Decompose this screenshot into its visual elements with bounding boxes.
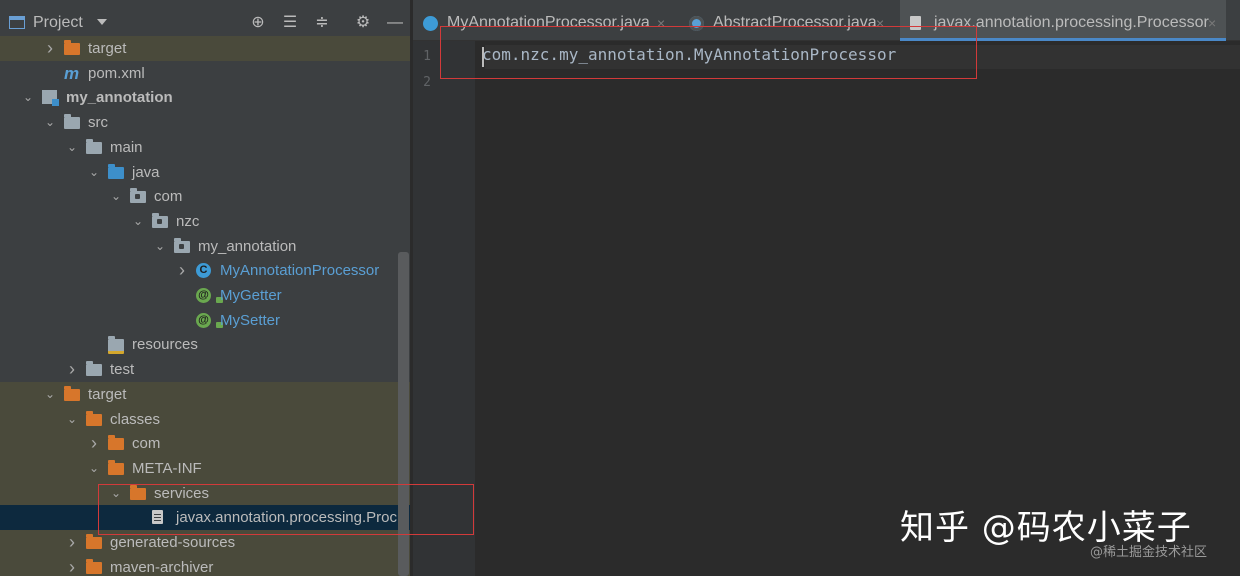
tree-item-label: main bbox=[110, 138, 143, 156]
chevron-right-icon[interactable]: › bbox=[175, 258, 189, 283]
chevron-right-icon[interactable]: › bbox=[87, 431, 101, 456]
chevron-down-icon[interactable]: ⌄ bbox=[131, 209, 145, 234]
crosshair-icon[interactable]: ⊕ bbox=[249, 14, 267, 32]
highlight-box-code bbox=[440, 26, 977, 79]
folder-grey bbox=[86, 138, 102, 155]
chevron-right-icon[interactable]: › bbox=[65, 357, 79, 382]
tree-item[interactable]: ⌄ src bbox=[0, 110, 410, 135]
chevron-down-icon[interactable] bbox=[97, 19, 107, 25]
tree-item[interactable]: ⌄ META-INF bbox=[0, 455, 410, 481]
folder-grey bbox=[86, 361, 102, 377]
annotation-icon: @ bbox=[196, 312, 223, 328]
tree-item-label: com bbox=[154, 188, 183, 206]
chevron-down-icon[interactable]: ⌄ bbox=[109, 184, 123, 209]
module-icon bbox=[42, 90, 59, 107]
line-number-2: 2 bbox=[423, 75, 431, 90]
tree-item[interactable]: ⌄ java bbox=[0, 160, 410, 185]
tree-item[interactable]: ⌄ com bbox=[0, 184, 410, 209]
tree-item-label: com bbox=[132, 435, 161, 453]
class-icon: C bbox=[196, 263, 212, 279]
minimize-icon[interactable]: — bbox=[386, 14, 404, 32]
tree-item-label: maven-archiver bbox=[110, 558, 214, 576]
tree-item-label: classes bbox=[110, 410, 161, 428]
folder-orange bbox=[108, 459, 124, 476]
maven-icon: m bbox=[64, 63, 80, 83]
tree-item[interactable]: ⌄ target bbox=[0, 381, 410, 407]
folder-grey bbox=[64, 114, 80, 130]
tree-item[interactable]: › test bbox=[0, 357, 410, 382]
tree-item-label: nzc bbox=[176, 212, 200, 230]
folder-blue bbox=[108, 163, 124, 180]
class-icon bbox=[423, 16, 438, 31]
chevron-down-icon[interactable]: ⌄ bbox=[21, 85, 35, 110]
tree-item-label: target bbox=[88, 40, 127, 57]
package-icon bbox=[130, 188, 146, 204]
tree-item-label: test bbox=[110, 361, 135, 379]
annotation-icon: @ bbox=[196, 288, 223, 303]
tree-item-label: my_annotation bbox=[198, 237, 297, 255]
highlight-box-services bbox=[98, 484, 474, 535]
project-panel-header: Project ⊕ ☰ ≑ ⚙ — bbox=[0, 0, 410, 37]
tree-item[interactable]: › target bbox=[0, 36, 410, 61]
tree-item-label: java bbox=[132, 163, 160, 181]
folder-orange bbox=[86, 410, 102, 427]
chevron-down-icon[interactable]: ⌄ bbox=[153, 234, 167, 259]
chevron-down-icon[interactable]: ⌄ bbox=[43, 110, 57, 135]
chevron-down-icon[interactable]: ⌄ bbox=[87, 160, 101, 185]
tree-item-label: resources bbox=[132, 336, 198, 354]
close-icon[interactable]: × bbox=[1208, 0, 1216, 46]
chevron-down-icon[interactable]: ⌄ bbox=[43, 382, 57, 407]
chevron-right-icon[interactable]: › bbox=[65, 555, 79, 576]
expand-all-icon[interactable]: ☰ bbox=[281, 14, 299, 32]
project-panel-title[interactable]: Project bbox=[33, 14, 83, 32]
tree-item-label: MyAnnotationProcessor bbox=[220, 262, 380, 280]
chevron-down-icon[interactable]: ⌄ bbox=[65, 135, 79, 160]
tree-item-label: my_annotation bbox=[66, 89, 173, 107]
tree-item[interactable]: ⌄ main bbox=[0, 135, 410, 160]
project-view-icon bbox=[9, 16, 25, 29]
chevron-right-icon[interactable]: › bbox=[65, 530, 79, 555]
tree-item[interactable]: ⌄ my_annotation bbox=[0, 234, 410, 259]
folder-orange bbox=[64, 385, 80, 402]
tree-item[interactable]: @ MyGetter bbox=[0, 283, 410, 308]
line-number-1: 1 bbox=[423, 49, 431, 64]
tree-item[interactable]: › C MyAnnotationProcessor bbox=[0, 258, 410, 283]
chevron-right-icon[interactable]: › bbox=[43, 36, 57, 61]
tree-item-label: MyGetter bbox=[220, 287, 282, 304]
chevron-down-icon[interactable]: ⌄ bbox=[65, 407, 79, 432]
tree-item-label: target bbox=[88, 385, 127, 403]
gear-icon[interactable]: ⚙ bbox=[354, 14, 372, 32]
folder-orange bbox=[86, 534, 102, 550]
collapse-all-icon[interactable]: ≑ bbox=[313, 14, 331, 32]
tree-item-label: META-INF bbox=[132, 459, 202, 477]
folder-orange bbox=[108, 435, 124, 451]
package-icon bbox=[152, 212, 168, 229]
tree-item[interactable]: ⌄ classes bbox=[0, 406, 410, 432]
tree-item[interactable]: ⌄ my_annotation bbox=[0, 85, 410, 110]
tree-item[interactable]: @ MySetter bbox=[0, 308, 410, 333]
folder-orange bbox=[64, 40, 80, 56]
tree-item[interactable]: › maven-archiver bbox=[0, 554, 410, 576]
tree-item[interactable]: resources bbox=[0, 332, 410, 357]
folder-orange bbox=[86, 558, 102, 575]
tree-item[interactable]: m pom.xml bbox=[0, 61, 410, 86]
tree-item-label: MySetter bbox=[220, 311, 281, 329]
chevron-down-icon[interactable]: ⌄ bbox=[87, 456, 101, 481]
resources-folder-icon bbox=[108, 336, 124, 355]
tree-item[interactable]: › com bbox=[0, 431, 410, 457]
package-icon bbox=[174, 237, 190, 254]
editor-area: MyAnnotationProcessor.java × AbstractProce… bbox=[413, 0, 1240, 576]
tree-item-label: src bbox=[88, 114, 108, 132]
tree-item-label: pom.xml bbox=[88, 64, 145, 82]
tree-item[interactable]: ⌄ nzc bbox=[0, 209, 410, 234]
watermark-sub: @稀土掘金技术社区 bbox=[1090, 545, 1208, 560]
